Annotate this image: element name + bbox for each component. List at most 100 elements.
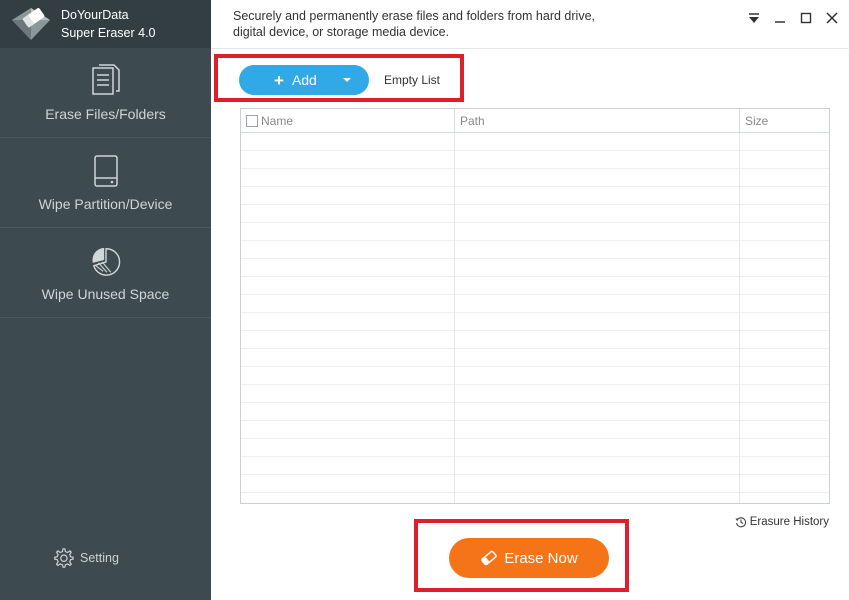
table-cell [740, 169, 829, 187]
table-cell [241, 457, 455, 475]
table-cell [455, 151, 740, 169]
empty-table-row [241, 385, 829, 403]
table-cell [740, 385, 829, 403]
maximize-icon[interactable] [799, 11, 813, 25]
table-cell [740, 313, 829, 331]
sidebar-item-erase-files[interactable]: Erase Files/Folders [0, 48, 211, 138]
eraser-icon [481, 550, 498, 566]
table-cell [241, 385, 455, 403]
gear-icon [54, 548, 74, 568]
table-cell [241, 133, 455, 151]
empty-table-row [241, 349, 829, 367]
table-cell [241, 241, 455, 259]
table-cell [740, 457, 829, 475]
table-cell [455, 403, 740, 421]
table-cell [241, 439, 455, 457]
app-description: Securely and permanently erase files and… [233, 9, 595, 39]
empty-table-row [241, 205, 829, 223]
select-all-checkbox[interactable] [246, 115, 258, 127]
main-panel: Securely and permanently erase files and… [211, 0, 850, 600]
table-cell [241, 151, 455, 169]
minimize-icon[interactable] [773, 11, 787, 25]
sidebar-item-wipe-unused[interactable]: Wipe Unused Space [0, 228, 211, 318]
empty-list-button[interactable]: Empty List [384, 73, 440, 87]
table-cell [241, 277, 455, 295]
table-cell [455, 241, 740, 259]
sidebar-item-label: Wipe Partition/Device [38, 195, 173, 212]
setting-label: Setting [80, 551, 119, 565]
empty-table-row [241, 151, 829, 169]
empty-table-row [241, 241, 829, 259]
chevron-down-icon[interactable] [343, 78, 351, 82]
drive-icon [93, 154, 118, 187]
close-icon[interactable] [825, 11, 839, 25]
empty-table-row [241, 493, 829, 503]
empty-table-row [241, 475, 829, 493]
pie-icon [91, 247, 120, 276]
table-cell [241, 475, 455, 493]
empty-table-row [241, 223, 829, 241]
column-header-path[interactable]: Path [455, 109, 740, 133]
table-cell [740, 421, 829, 439]
header-divider [211, 48, 850, 49]
table-cell [455, 223, 740, 241]
table-cell [241, 403, 455, 421]
files-icon [91, 63, 120, 95]
brand-header: DoYourData Super Eraser 4.0 [0, 0, 211, 48]
table-cell [740, 475, 829, 493]
table-cell [241, 205, 455, 223]
empty-table-row [241, 331, 829, 349]
empty-table-row [241, 439, 829, 457]
table-cell [455, 313, 740, 331]
table-cell [455, 259, 740, 277]
table-cell [241, 169, 455, 187]
table-cell [455, 493, 740, 503]
table-cell [740, 133, 829, 151]
table-cell [740, 493, 829, 503]
empty-table-row [241, 313, 829, 331]
table-cell [740, 277, 829, 295]
setting-button[interactable]: Setting [52, 547, 119, 569]
empty-table-row [241, 169, 829, 187]
table-cell [740, 349, 829, 367]
add-button[interactable]: + Add [239, 65, 369, 95]
history-icon [735, 517, 746, 528]
table-cell [455, 331, 740, 349]
table-cell [455, 187, 740, 205]
sidebar-item-label: Wipe Unused Space [41, 285, 170, 302]
table-cell [740, 241, 829, 259]
table-cell [241, 295, 455, 313]
table-cell [455, 277, 740, 295]
empty-table-row [241, 403, 829, 421]
table-cell [740, 367, 829, 385]
empty-table-row [241, 259, 829, 277]
table-cell [455, 169, 740, 187]
table-cell [455, 349, 740, 367]
column-header-name[interactable]: Name [241, 109, 455, 133]
window-controls [747, 11, 839, 25]
sidebar-item-label: Erase Files/Folders [45, 105, 166, 122]
column-header-size[interactable]: Size [740, 109, 829, 133]
erasure-history-link[interactable]: Erasure History [735, 516, 829, 528]
app-name: DoYourData [61, 8, 129, 22]
table-cell [455, 205, 740, 223]
empty-table-row [241, 277, 829, 295]
plus-icon: + [274, 70, 284, 90]
table-header: Name Path Size [241, 109, 829, 133]
table-cell [740, 187, 829, 205]
empty-table-row [241, 133, 829, 151]
table-cell [241, 259, 455, 277]
erase-now-button[interactable]: Erase Now [449, 538, 609, 578]
table-cell [241, 331, 455, 349]
table-cell [740, 259, 829, 277]
empty-table-row [241, 421, 829, 439]
empty-table-row [241, 187, 829, 205]
table-cell [455, 295, 740, 313]
table-cell [740, 223, 829, 241]
table-cell [740, 295, 829, 313]
table-cell [455, 421, 740, 439]
table-cell [740, 331, 829, 349]
menu-icon[interactable] [747, 11, 761, 25]
sidebar-item-wipe-partition[interactable]: Wipe Partition/Device [0, 138, 211, 228]
empty-table-row [241, 457, 829, 475]
